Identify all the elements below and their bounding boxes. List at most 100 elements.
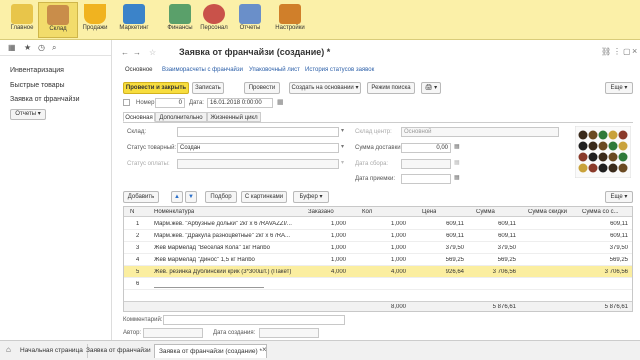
calendar-icon[interactable]: ▦ (454, 174, 460, 181)
post-button[interactable]: Провести (244, 82, 280, 94)
warehouse-field[interactable] (177, 127, 339, 137)
add-row-button[interactable]: Добавить (123, 191, 159, 203)
section-warehouse[interactable]: Склад (38, 2, 78, 38)
table-row-selected[interactable]: 5 Жев. резинка Дублинский крик (3*300шт.… (124, 266, 632, 278)
favorites-star-icon[interactable]: ★ (24, 43, 31, 52)
table-row[interactable]: 6 (124, 278, 632, 290)
column-header[interactable]: Заказано (308, 209, 334, 215)
open-windows-bar: ⌂ Начальная страница Заявка от франчайзи… (0, 340, 640, 360)
section-marketing[interactable]: Маркетинг (112, 2, 156, 38)
tab-divider (123, 122, 633, 123)
tab-additional[interactable]: Дополнительно (155, 112, 207, 122)
receive-date-field[interactable] (401, 174, 451, 184)
dropdown-icon[interactable]: ▾ (341, 143, 344, 150)
collect-date-field[interactable] (401, 159, 451, 169)
more-dots-icon[interactable]: ⋮ (613, 47, 621, 56)
section-main[interactable]: Главное (2, 2, 42, 38)
main-section-icon (11, 4, 33, 24)
document-form: ← → ☆ Заявка от франчайзи (создание) * ⛓… (113, 40, 640, 340)
expand-window-icon[interactable]: ▢ (623, 47, 631, 56)
search-mode-button[interactable]: Режим поиска (367, 82, 415, 94)
more-button[interactable]: Еще ▾ (605, 82, 633, 94)
table-row[interactable]: 1 Марм.жев. "Арбузные дольки" 2кг х 6 /R… (124, 218, 632, 230)
tab-link-status-history[interactable]: История статусов заявок (305, 67, 374, 73)
warehouse-center-label: Склад центр: (355, 129, 392, 135)
posted-checkbox[interactable] (123, 99, 130, 106)
comment-field[interactable] (163, 315, 345, 325)
row-quantity: 1,000 (390, 257, 406, 263)
forward-arrow-icon[interactable]: → (133, 48, 141, 57)
reports-dropdown-button[interactable]: Отчеты ▾ (10, 109, 46, 120)
warehouse-center-field[interactable]: Основной (401, 127, 559, 137)
column-header[interactable]: Сумма скидки (528, 209, 567, 215)
tab-link-main[interactable]: Основное (125, 67, 153, 73)
row-quantity: 1,000 (390, 233, 406, 239)
nav-link-inventory[interactable]: Инвентаризация (10, 67, 64, 74)
row-sum: 609,11 (498, 221, 516, 227)
table-row[interactable]: 4 Жев мармелад "Динос" 1,5 кг Haribo 1,0… (124, 254, 632, 266)
calculator-icon[interactable]: ▦ (454, 143, 460, 150)
dropdown-icon[interactable]: ▾ (341, 159, 344, 166)
table-row[interactable]: 2 Марм.жев. "Дракула разноцветные" 2кг х… (124, 230, 632, 242)
section-settings[interactable]: Настройки (268, 2, 312, 38)
table-header: N Номенклатура Заказано Кол Цена Сумма С… (124, 207, 632, 217)
create-based-on-button[interactable]: Создать на основании ▾ (289, 82, 361, 94)
favorite-star-icon[interactable]: ☆ (149, 48, 156, 57)
calendar-icon[interactable]: ▦ (454, 159, 460, 166)
section-sales[interactable]: Продажи (75, 2, 115, 38)
tab-link-packing-list[interactable]: Упаковочный лист (249, 67, 300, 73)
payment-status-field[interactable] (177, 159, 339, 169)
column-header[interactable]: Сумма со с... (582, 209, 619, 215)
task-franchise-request-create[interactable]: Заявка от франчайзи (создание) * (154, 344, 268, 358)
number-field[interactable]: 0 (155, 98, 185, 108)
candy-piece (578, 130, 588, 140)
row-nomenclature: Жев мармелад "Динос" 1,5 кг Haribo (154, 257, 255, 263)
tab-basic[interactable]: Основная (123, 112, 155, 122)
tab-link-settlements[interactable]: Взаиморасчеты с франчайзи (162, 67, 243, 73)
row-sum: 379,50 (497, 245, 516, 251)
history-clock-icon[interactable]: ◷ (38, 43, 45, 52)
move-up-button[interactable]: ▲ (171, 191, 183, 203)
candy-piece (608, 163, 618, 173)
close-icon[interactable]: × (632, 46, 637, 56)
column-header[interactable]: Номенклатура (154, 209, 194, 215)
buffer-button[interactable]: Буфер ▾ (293, 191, 329, 203)
candy-piece (618, 163, 628, 173)
column-header[interactable]: Цена (422, 209, 436, 215)
column-header[interactable]: N (130, 209, 134, 215)
date-field[interactable]: 16.01.2018 0:00:00 (207, 98, 273, 108)
goods-status-label: Статус товарный: (127, 145, 177, 151)
task-start-page[interactable]: Начальная страница (16, 344, 88, 358)
dropdown-icon[interactable]: ▾ (341, 127, 344, 134)
home-icon[interactable]: ⌂ (6, 345, 11, 354)
delivery-sum-label: Сумма доставки: (355, 145, 403, 151)
goods-status-field[interactable]: Создан (177, 143, 339, 153)
row-number: 5 (136, 269, 140, 275)
search-icon[interactable]: ⌕ (52, 43, 56, 53)
table-row[interactable]: 3 Жев мармелад "Веселая Кола" 1кг Haribo… (124, 242, 632, 254)
link-chain-icon[interactable]: ⛓ (601, 47, 611, 56)
section-personnel[interactable]: Персонал (194, 2, 234, 38)
pick-button[interactable]: Подбор (205, 191, 237, 203)
tab-lifecycle[interactable]: Жизненный цикл (207, 112, 261, 122)
back-arrow-icon[interactable]: ← (121, 48, 129, 57)
close-tab-icon[interactable]: × (262, 345, 267, 354)
task-franchise-requests[interactable]: Заявка от франчайзи (82, 344, 156, 358)
save-button[interactable]: Записать (192, 82, 224, 94)
move-down-button[interactable]: ▼ (185, 191, 197, 203)
calendar-icon[interactable]: ▦ (277, 98, 284, 106)
candy-piece (588, 141, 598, 151)
nav-link-franchise-request[interactable]: Заявка от франчайзи (10, 96, 80, 103)
row-nomenclature: Марм.жев. "Арбузные дольки" 2кг х 6 /RAV… (154, 221, 292, 227)
post-and-close-button[interactable]: Провести и закрыть (123, 82, 189, 94)
print-button[interactable]: 🖨 ▾ (421, 82, 441, 94)
section-label: Склад (49, 26, 67, 32)
grid-menu-icon[interactable]: ▦ (8, 43, 16, 52)
with-pictures-button[interactable]: С картинками (241, 191, 287, 203)
section-reports[interactable]: Отчеты (230, 2, 270, 38)
nav-link-quick-goods[interactable]: Быстрые товары (10, 82, 65, 89)
delivery-sum-field[interactable]: 0,00 (401, 143, 451, 153)
column-header[interactable]: Сумма (476, 209, 495, 215)
table-more-button[interactable]: Еще ▾ (605, 191, 633, 203)
column-header[interactable]: Кол (362, 209, 372, 215)
